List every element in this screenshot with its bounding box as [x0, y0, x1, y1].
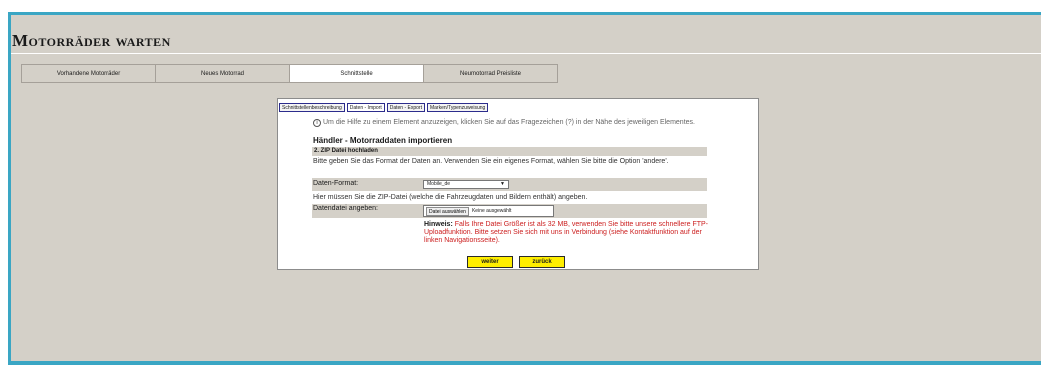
- tab-neumotorrad-preisliste[interactable]: Neumotorrad Preisliste: [423, 64, 558, 83]
- subtab-daten-import[interactable]: Daten - Import: [346, 103, 385, 112]
- subtab-schnittstellenbeschreibung[interactable]: Schnittstellenbeschreibung: [279, 103, 345, 112]
- page-title: Motorräder warten: [12, 31, 171, 50]
- main-tabs: Vorhandene Motorräder Neues Motorrad Sch…: [21, 64, 558, 83]
- section-header: 2. ZIP Datei hochladen: [312, 147, 707, 156]
- title-divider: [11, 53, 1041, 54]
- form-heading: Händler - Motorraddaten importieren: [313, 136, 453, 145]
- format-selected-value: Mobile_de: [427, 181, 451, 187]
- format-label: Daten-Format:: [313, 180, 359, 187]
- tab-neues-motorrad[interactable]: Neues Motorrad: [155, 64, 290, 83]
- format-select[interactable]: Mobile_de ▼: [423, 180, 509, 189]
- help-line: i Um die Hilfe zu einem Element anzuzeige…: [313, 119, 695, 127]
- upload-hint: Hinweis: Falls Ihre Datei Größer ist als…: [424, 221, 709, 245]
- sub-tabs: Schnittstellenbeschreibung Daten - Impor…: [278, 103, 489, 112]
- back-button[interactable]: zurück: [519, 256, 565, 268]
- info-icon: i: [313, 119, 321, 127]
- tab-schnittstelle[interactable]: Schnittstelle: [289, 64, 424, 83]
- format-row: [312, 178, 707, 191]
- file-input[interactable]: Datei auswählen Keine ausgewählt: [423, 205, 554, 217]
- subtab-marken-typenzuweisung[interactable]: Marken/Typenzuweisung: [426, 103, 489, 112]
- file-status: Keine ausgewählt: [471, 208, 512, 214]
- hint-label: Hinweis:: [424, 221, 453, 228]
- chevron-down-icon: ▼: [500, 181, 505, 187]
- hint-text: Falls Ihre Datei Größer ist als 32 MB, v…: [424, 221, 709, 244]
- choose-file-button[interactable]: Datei auswählen: [426, 206, 469, 216]
- next-button[interactable]: weiter: [467, 256, 513, 268]
- subtab-daten-export[interactable]: Daten - Export: [386, 103, 425, 112]
- file-label: Datendatei angeben:: [313, 205, 378, 212]
- tab-vorhandene-motorraeder[interactable]: Vorhandene Motorräder: [21, 64, 156, 83]
- zip-intro-text: Hier müssen Sie die ZIP-Datei (welche di…: [313, 194, 588, 201]
- help-text: Um die Hilfe zu einem Element anzuzeigen…: [323, 119, 695, 126]
- format-intro-text: Bitte geben Sie das Format der Daten an.…: [313, 158, 669, 165]
